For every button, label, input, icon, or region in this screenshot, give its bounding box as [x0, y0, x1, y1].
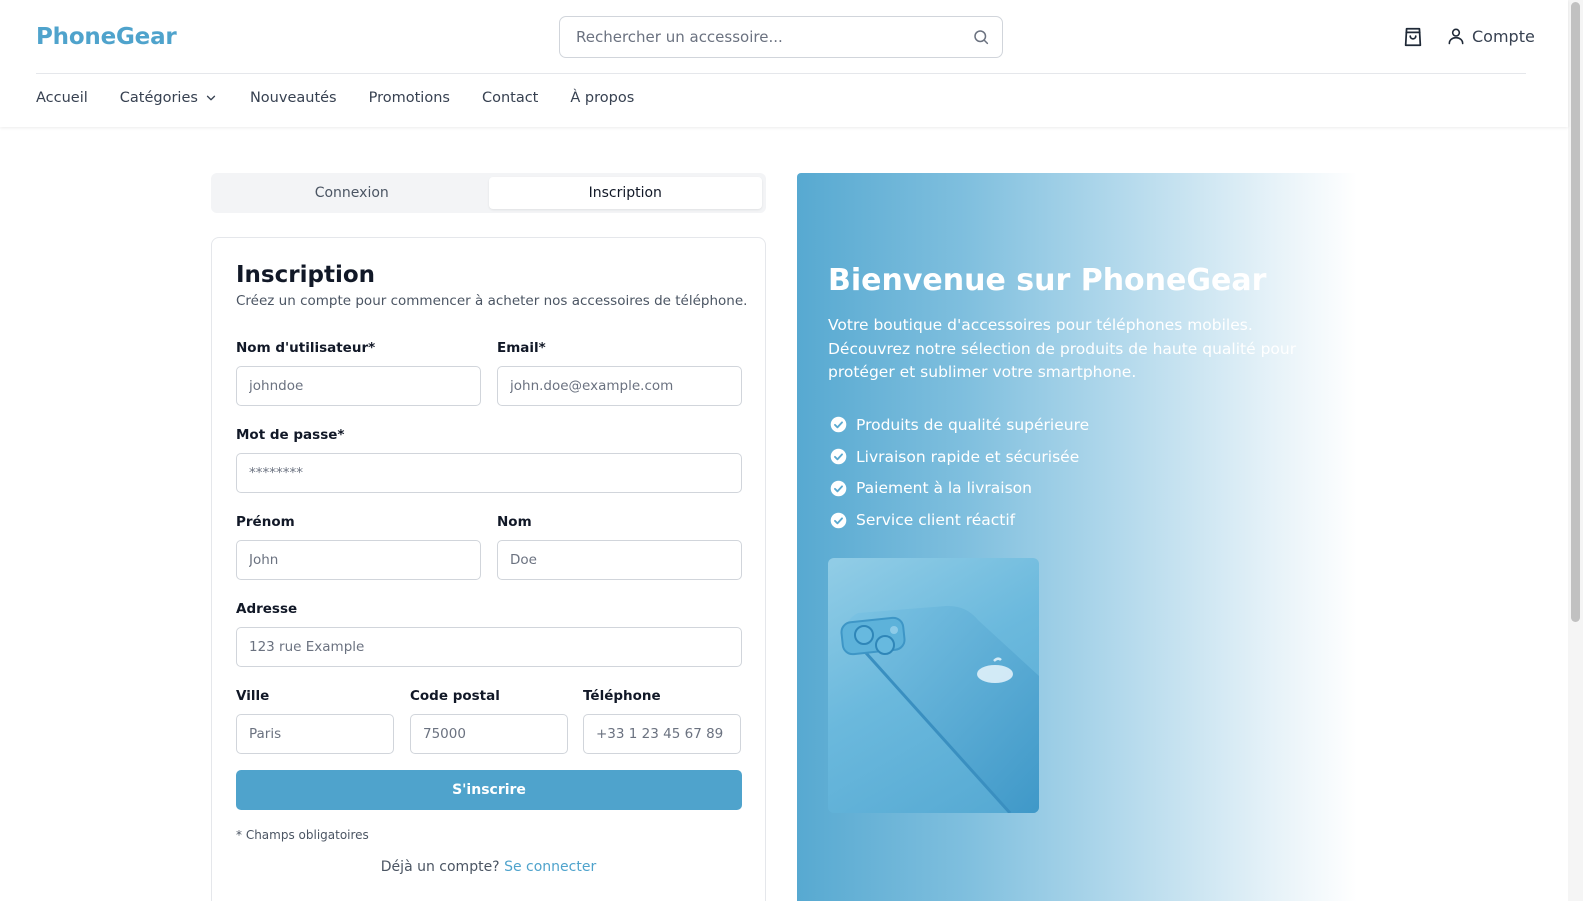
feature-item: Produits de qualité supérieure	[830, 409, 1089, 441]
account-label: Compte	[1472, 26, 1535, 46]
phone-label: Téléphone	[583, 688, 661, 704]
postal-code-label: Code postal	[410, 688, 500, 704]
welcome-title: Bienvenue sur PhoneGear	[828, 263, 1267, 298]
required-fields-note: * Champs obligatoires	[236, 828, 369, 842]
email-label: Email*	[497, 340, 546, 356]
nav-item-promotions[interactable]: Promotions	[369, 90, 450, 106]
check-circle-icon	[830, 480, 847, 497]
form-subtitle: Créez un compte pour commencer à acheter…	[236, 293, 748, 309]
register-button[interactable]: S'inscrire	[236, 770, 742, 810]
search-bar[interactable]	[559, 16, 1003, 58]
main-nav: Accueil Catégories Nouveautés Promotions…	[36, 90, 666, 106]
first-name-field[interactable]	[236, 540, 481, 580]
registration-form: Inscription Créez un compte pour commenc…	[211, 237, 766, 901]
nav-item-nouveautes[interactable]: Nouveautés	[250, 90, 337, 106]
phone-illustration	[840, 605, 1039, 813]
check-circle-icon	[830, 417, 847, 433]
nav-item-a-propos[interactable]: À propos	[570, 90, 634, 106]
feature-label: Produits de qualité supérieure	[856, 415, 1090, 434]
feature-item: Service client réactif	[830, 504, 1089, 536]
user-icon	[1448, 28, 1464, 45]
welcome-description: Votre boutique d'accessoires pour téléph…	[828, 316, 1297, 381]
email-field[interactable]	[497, 366, 742, 406]
shopping-bag-icon[interactable]	[1402, 26, 1424, 48]
password-label: Mot de passe*	[236, 427, 345, 443]
tab-connexion[interactable]: Connexion	[215, 177, 489, 209]
nav-item-contact[interactable]: Contact	[482, 90, 538, 106]
first-name-label: Prénom	[236, 514, 295, 530]
feature-label: Paiement à la livraison	[856, 479, 1032, 498]
city-field[interactable]	[236, 714, 394, 754]
login-prompt-text: Déjà un compte?	[380, 859, 500, 875]
feature-item: Paiement à la livraison	[830, 473, 1089, 505]
login-prompt: Déjà un compte? Se connecter	[212, 859, 765, 875]
check-circle-icon	[830, 448, 847, 465]
nav-item-categories[interactable]: Catégories	[120, 90, 218, 106]
account-button[interactable]: Compte	[1446, 26, 1535, 46]
password-field[interactable]	[236, 453, 742, 493]
city-label: Ville	[236, 688, 270, 704]
feature-label: Service client réactif	[856, 511, 1016, 530]
phone-image	[828, 558, 1039, 813]
scrollbar-thumb[interactable]	[1571, 2, 1580, 622]
feature-item: Livraison rapide et sécurisée	[830, 441, 1089, 473]
nav-item-label: Catégories	[119, 90, 198, 106]
address-field[interactable]	[236, 627, 742, 667]
feature-list: Produits de qualité supérieure Livraison…	[830, 409, 1089, 536]
phone-field[interactable]	[583, 714, 741, 754]
site-header: PhoneGear Compte Accueil Catégories Nouv…	[0, 0, 1568, 127]
search-input[interactable]	[576, 17, 966, 57]
feature-label: Livraison rapide et sécurisée	[856, 447, 1080, 466]
chevron-down-icon	[206, 95, 216, 101]
nav-item-accueil[interactable]: Accueil	[36, 90, 88, 106]
address-label: Adresse	[236, 601, 298, 617]
username-label: Nom d'utilisateur*	[236, 340, 376, 356]
check-circle-icon	[830, 512, 847, 529]
username-field[interactable]	[236, 366, 481, 406]
form-title: Inscription	[236, 262, 375, 288]
auth-tabs: Connexion Inscription	[211, 173, 766, 213]
welcome-panel: Bienvenue sur PhoneGear Votre boutique d…	[797, 173, 1357, 901]
postal-code-field[interactable]	[410, 714, 568, 754]
search-icon[interactable]	[972, 28, 990, 46]
last-name-field[interactable]	[497, 540, 742, 580]
logo[interactable]: PhoneGear	[36, 24, 177, 50]
last-name-label: Nom	[497, 514, 532, 530]
header-divider	[36, 73, 1526, 74]
tab-inscription[interactable]: Inscription	[488, 177, 762, 209]
page-scrollbar[interactable]	[1568, 0, 1583, 901]
login-link[interactable]: Se connecter	[504, 859, 596, 875]
